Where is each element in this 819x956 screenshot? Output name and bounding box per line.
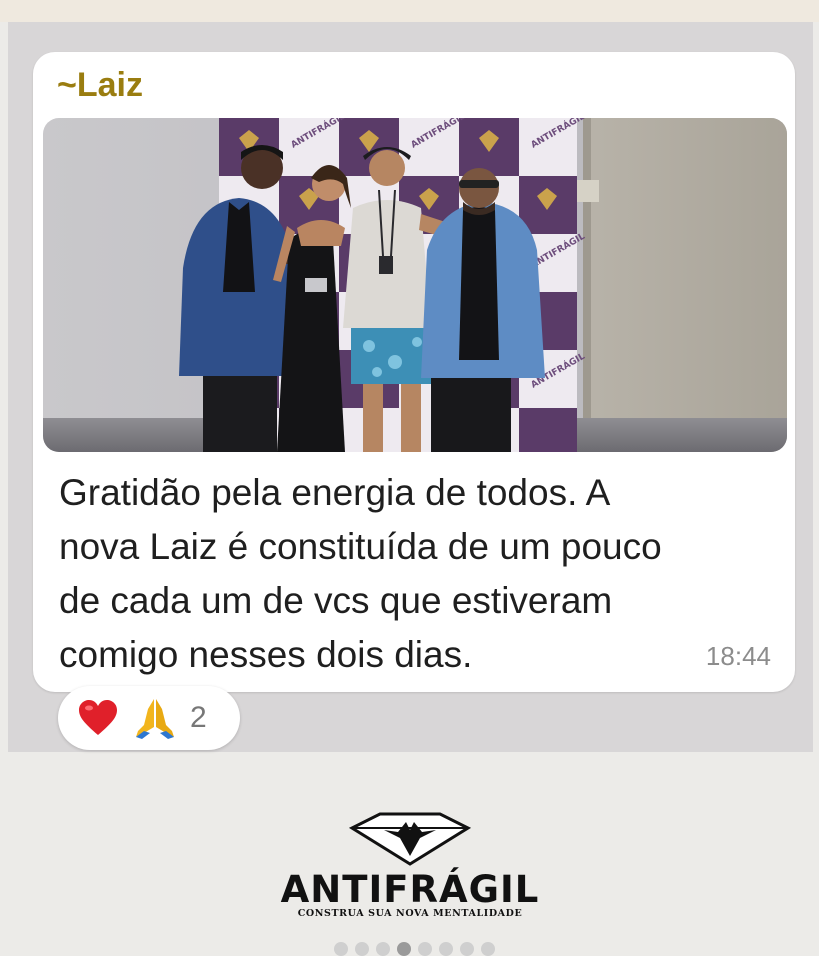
- brand-wordmark: ANTIFRÁGIL: [280, 868, 540, 911]
- sender-name[interactable]: ~Laiz: [57, 66, 143, 105]
- reactions-pill[interactable]: 2: [58, 686, 240, 750]
- message-photo[interactable]: ANTIFRÁGIL ANTIFRÁGIL ANTIFRÁGIL ANTIFRÁ…: [43, 118, 787, 452]
- pager-dot[interactable]: [397, 942, 411, 956]
- caption-line: de cada um de vcs que estiveram: [59, 580, 613, 621]
- message-caption: Gratidão pela energia de todos. A nova La…: [59, 466, 779, 682]
- message-bubble[interactable]: ~Laiz ANTIFRÁGIL ANTIFRÁGIL ANTIFRÁGIL A…: [33, 52, 795, 692]
- story-pager: [334, 942, 495, 956]
- praying-hands-icon: [134, 697, 176, 739]
- brand-tagline: CONSTRUA SUA NOVA MENTALIDADE: [297, 908, 523, 919]
- caption-line: comigo nesses dois dias.: [59, 634, 473, 675]
- pager-dot[interactable]: [418, 942, 432, 956]
- event-photo-illustration: ANTIFRÁGIL ANTIFRÁGIL ANTIFRÁGIL ANTIFRÁ…: [43, 118, 787, 452]
- pager-dot[interactable]: [481, 942, 495, 956]
- reaction-count: 2: [190, 701, 207, 734]
- pager-dot[interactable]: [355, 942, 369, 956]
- caption-line: Gratidão pela energia de todos. A: [59, 472, 611, 513]
- diamond-phoenix-icon: [348, 812, 472, 866]
- pager-dot[interactable]: [460, 942, 474, 956]
- chat-area: ~Laiz ANTIFRÁGIL ANTIFRÁGIL ANTIFRÁGIL A…: [8, 22, 813, 752]
- pager-dot[interactable]: [376, 942, 390, 956]
- heart-icon: [78, 699, 118, 737]
- brand-logo: ANTIFRÁGIL CONSTRUA SUA NOVA MENTALIDADE: [280, 808, 540, 922]
- message-timestamp: 18:44: [705, 641, 771, 671]
- caption-line: nova Laiz é constituída de um pouco: [59, 526, 662, 567]
- pager-dot[interactable]: [334, 942, 348, 956]
- top-strip: [0, 0, 819, 22]
- pager-dot[interactable]: [439, 942, 453, 956]
